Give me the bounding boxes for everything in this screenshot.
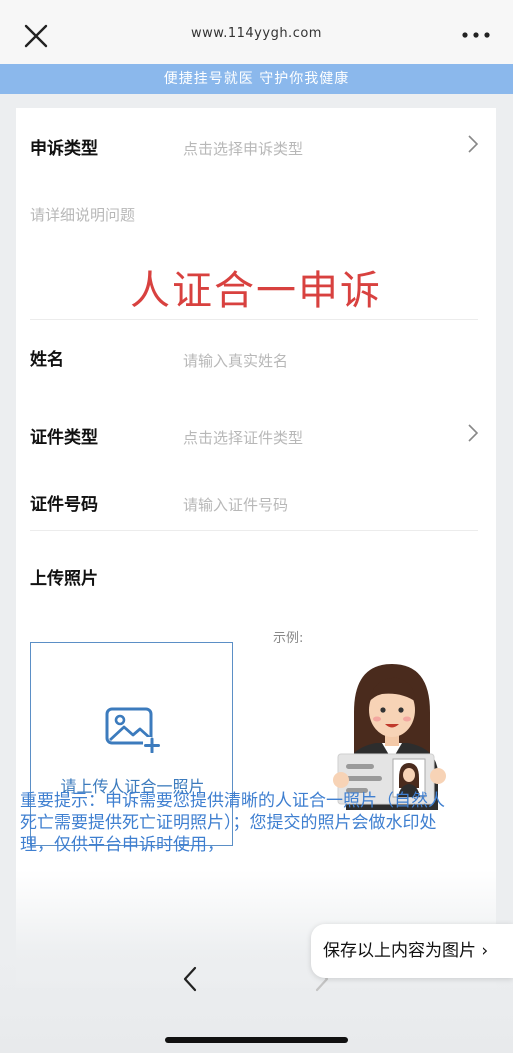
- divider: [30, 319, 478, 320]
- more-options-icon[interactable]: [461, 30, 491, 40]
- id-type-select[interactable]: 点击选择证件类型: [183, 427, 303, 448]
- chevron-right-icon[interactable]: [468, 424, 478, 442]
- chevron-right-icon[interactable]: [468, 135, 478, 153]
- example-label: 示例:: [273, 631, 304, 646]
- slogan-banner: 便捷挂号就医 守护你我健康: [0, 64, 513, 94]
- home-indicator: [165, 1037, 348, 1043]
- example-person-holding-id-icon: [333, 664, 446, 810]
- name-input[interactable]: 请输入真实姓名: [183, 350, 288, 371]
- add-image-icon: [105, 707, 161, 753]
- back-arrow-icon[interactable]: [180, 965, 200, 993]
- important-notice: 重要提示：申诉需要您提供清晰的人证合一照片（自然人死亡需要提供死亡证明照片）；您…: [20, 791, 445, 855]
- id-number-label: 证件号码: [30, 495, 98, 515]
- appeal-form: 申诉类型 点击选择申诉类型 请详细说明问题 人证合一申诉 姓名 请输入真实姓名 …: [16, 108, 496, 988]
- id-number-input[interactable]: 请输入证件号码: [183, 494, 288, 515]
- complaint-type-label: 申诉类型: [30, 139, 98, 159]
- upload-photo-label: 上传照片: [30, 569, 98, 589]
- name-label: 姓名: [30, 350, 64, 370]
- description-input[interactable]: 请详细说明问题: [30, 204, 135, 225]
- complaint-type-select[interactable]: 点击选择申诉类型: [183, 138, 303, 159]
- id-type-label: 证件类型: [30, 428, 98, 448]
- browser-top-bar: www.114yygh.com: [0, 0, 513, 64]
- page-headline: 人证合一申诉: [130, 268, 382, 314]
- divider: [30, 530, 478, 531]
- browser-url: www.114yygh.com: [191, 26, 322, 41]
- save-as-image-button[interactable]: 保存以上内容为图片 ›: [311, 924, 513, 978]
